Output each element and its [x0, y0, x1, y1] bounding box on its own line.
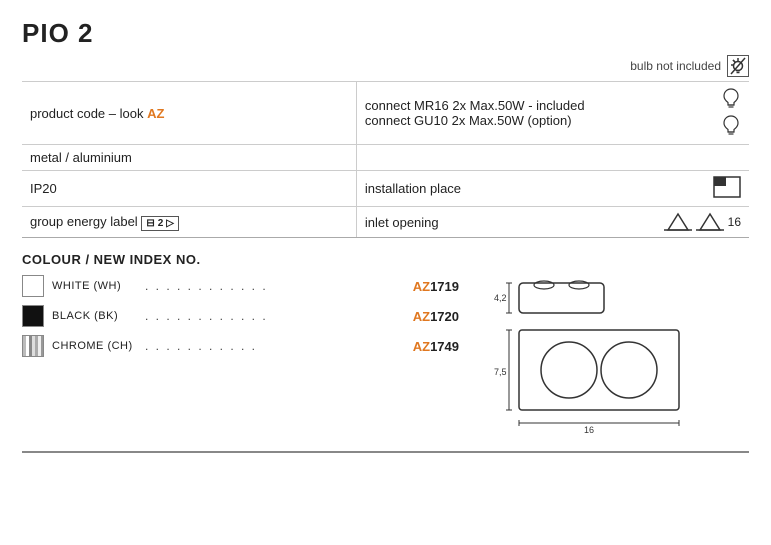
energy-badge: ⊟ 2 ▷	[141, 216, 179, 231]
white-number: 1719	[430, 279, 459, 294]
energy-badge-value: 2	[158, 218, 164, 229]
table-row-4: group energy label ⊟ 2 ▷ inlet opening	[22, 207, 749, 238]
chrome-swatch	[22, 335, 44, 357]
ip-label: IP20	[30, 181, 57, 196]
diagram-svg: 4,2 7,5 16	[489, 275, 719, 435]
colour-section: WHITE (WH) . . . . . . . . . . . . AZ171…	[22, 275, 749, 435]
inlet-label: inlet opening	[365, 215, 439, 230]
chrome-dots: . . . . . . . . . . .	[145, 339, 405, 353]
dim-side-label: 7,5	[494, 367, 507, 377]
mr16-lamp-icon	[721, 87, 741, 112]
connect-mr16-text: connect MR16 2x Max.50W - included	[365, 98, 585, 113]
table-row-1: product code – look AZ connect MR16 2x M…	[22, 82, 749, 145]
black-dots: . . . . . . . . . . . .	[145, 309, 405, 323]
black-name: BLACK (BK)	[52, 310, 137, 322]
black-number: 1720	[430, 309, 459, 324]
chrome-code: AZ1749	[413, 339, 459, 354]
colour-row-chrome: CHROME (CH) . . . . . . . . . . . AZ1749	[22, 335, 459, 357]
chrome-number: 1749	[430, 339, 459, 354]
chrome-prefix: AZ	[413, 339, 430, 354]
bottom-divider	[22, 451, 749, 453]
energy-label: group energy label	[30, 214, 141, 229]
colour-row-white: WHITE (WH) . . . . . . . . . . . . AZ171…	[22, 275, 459, 297]
product-code-label: product code – look	[30, 106, 147, 121]
ip-cell: IP20	[22, 171, 356, 207]
lamp-icons	[721, 87, 741, 139]
gu10-lamp-icon	[721, 114, 741, 139]
connect-cell: connect MR16 2x Max.50W - included conne…	[356, 82, 749, 145]
table-row-3: IP20 installation place	[22, 171, 749, 207]
black-swatch	[22, 305, 44, 327]
inlet-cell: inlet opening 16	[356, 207, 749, 238]
energy-badge-icon: ⊟	[146, 218, 154, 229]
installation-cell: installation place	[356, 171, 749, 207]
white-name: WHITE (WH)	[52, 280, 137, 292]
colour-section-title: COLOUR / NEW INDEX NO.	[22, 252, 749, 267]
chrome-name: CHROME (CH)	[52, 340, 137, 352]
empty-cell	[356, 145, 749, 171]
product-code-cell: product code – look AZ	[22, 82, 356, 145]
black-code: AZ1720	[413, 309, 459, 324]
dim-top-label: 4,2	[494, 293, 507, 303]
white-code: AZ1719	[413, 279, 459, 294]
connect-gu10-text: connect GU10 2x Max.50W (option)	[365, 113, 585, 128]
dimension-diagram: 4,2 7,5 16	[489, 275, 749, 435]
install-place-icon	[713, 176, 741, 201]
colour-list: WHITE (WH) . . . . . . . . . . . . AZ171…	[22, 275, 459, 435]
spec-table: product code – look AZ connect MR16 2x M…	[22, 81, 749, 238]
white-swatch	[22, 275, 44, 297]
colour-row-black: BLACK (BK) . . . . . . . . . . . . AZ172…	[22, 305, 459, 327]
installation-label: installation place	[365, 181, 461, 196]
white-dots: . . . . . . . . . . . .	[145, 279, 405, 293]
table-row-2: metal / aluminium	[22, 145, 749, 171]
energy-badge-arrow: ▷	[166, 218, 174, 229]
energy-cell: group energy label ⊟ 2 ▷	[22, 207, 356, 238]
bulb-notice-text: bulb not included	[630, 59, 721, 73]
material-label: metal / aluminium	[30, 150, 132, 165]
white-prefix: AZ	[413, 279, 430, 294]
bulb-icon	[727, 55, 749, 77]
dim-bottom-label: 16	[584, 425, 594, 435]
product-code-highlight: AZ	[147, 106, 164, 121]
material-cell: metal / aluminium	[22, 145, 356, 171]
bulb-notice-row: bulb not included	[22, 55, 749, 77]
black-prefix: AZ	[413, 309, 430, 324]
inlet-icon-group: 16	[664, 212, 741, 232]
inlet-dimension: 16	[728, 215, 741, 229]
product-title: PIO 2	[22, 18, 749, 49]
